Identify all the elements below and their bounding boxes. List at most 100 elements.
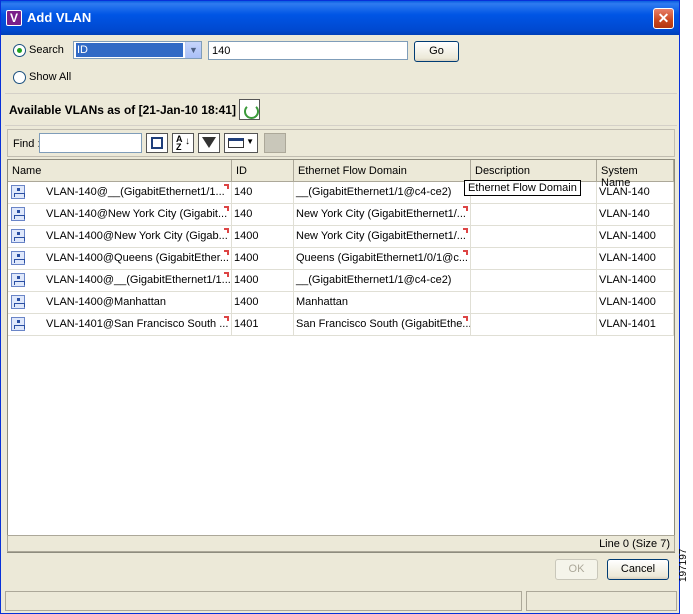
table-row[interactable]: VLAN-1400@Manhattan 1400 Manhattan VLAN-140… (8, 292, 674, 314)
cell-id: 1400 (232, 248, 294, 270)
ok-button[interactable]: OK (555, 559, 598, 580)
column-tooltip: Ethernet Flow Domain (464, 180, 581, 196)
chevron-down-icon[interactable]: ▼ (185, 42, 201, 58)
available-vlans-label: Available VLANs as of [21-Jan-10 18:41] (9, 103, 236, 117)
vlan-name-text: VLAN-140@New York City (Gigabit... (46, 208, 228, 220)
cell-system-name-text: VLAN-1400 (599, 296, 656, 308)
table-row[interactable]: VLAN-1400@New York City (Gigab... 1400 New… (8, 226, 674, 248)
search-radio[interactable] (13, 44, 26, 57)
cell-id-text: 1400 (234, 274, 259, 286)
column-header-description[interactable]: Description (471, 160, 597, 182)
cell-efd: San Francisco South (GigabitEthe... (294, 314, 471, 336)
cell-id-text: 1400 (234, 230, 259, 242)
find-label: Find : (13, 138, 41, 150)
cell-efd-text: Queens (GigabitEthernet1/0/1@c... (296, 252, 468, 264)
cell-name: VLAN-1400@Manhattan (8, 292, 232, 314)
cell-name: VLAN-1400@__(GigabitEthernet1/1... (8, 270, 232, 292)
truncation-marker-icon (224, 184, 229, 189)
cell-id: 140 (232, 204, 294, 226)
export-icon[interactable] (264, 133, 286, 153)
cell-system-name-text: VLAN-1401 (599, 318, 656, 330)
cell-system-name: VLAN-140 (597, 182, 674, 204)
sort-icon[interactable]: A Z ↓ (172, 133, 194, 153)
cell-id-text: 140 (234, 208, 253, 220)
cell-description (471, 248, 597, 270)
cell-efd-text: San Francisco South (GigabitEthe... (296, 318, 471, 330)
search-field-select[interactable]: ID ▼ (73, 41, 202, 59)
cell-id-text: 1400 (234, 252, 259, 264)
go-button[interactable]: Go (414, 41, 459, 62)
table-row[interactable]: VLAN-1400@__(GigabitEthernet1/1... 1400 __… (8, 270, 674, 292)
vlan-name-text: VLAN-140@__(GigabitEthernet1/1... (46, 186, 225, 198)
column-header-efd[interactable]: Ethernet Flow Domain (294, 160, 471, 182)
cell-efd: __(GigabitEthernet1/1@c4-ce2) (294, 270, 471, 292)
column-header-system-name[interactable]: System Name (597, 160, 674, 189)
cell-efd-text: Manhattan (296, 296, 348, 308)
vlan-name-text: VLAN-1400@Manhattan (46, 296, 167, 308)
cell-description (471, 292, 597, 314)
cell-efd-text: New York City (GigabitEthernet1/... (296, 230, 466, 242)
save-icon[interactable] (146, 133, 168, 153)
cell-id-text: 140 (234, 186, 253, 198)
column-header-name[interactable]: Name (8, 160, 232, 182)
table-row[interactable]: VLAN-1401@San Francisco South ... 1401 San… (8, 314, 674, 336)
refresh-icon[interactable] (239, 99, 260, 120)
table-row[interactable]: VLAN-1400@Queens (GigabitEther... 1400 Que… (8, 248, 674, 270)
cell-name: VLAN-140@__(GigabitEthernet1/1... (8, 182, 232, 204)
show-all-radio[interactable] (13, 71, 26, 84)
cell-name: VLAN-140@New York City (Gigabit... (8, 204, 232, 226)
truncation-marker-icon (224, 316, 229, 321)
columns-icon[interactable]: ▼ (224, 133, 258, 153)
cell-system-name: VLAN-1401 (597, 314, 674, 336)
cell-system-name: VLAN-1400 (597, 292, 674, 314)
search-value-input[interactable] (208, 41, 408, 60)
title-bar[interactable]: V Add VLAN ✕ (1, 1, 679, 35)
filter-icon[interactable] (198, 133, 220, 153)
cell-name: VLAN-1400@Queens (GigabitEther... (8, 248, 232, 270)
truncation-marker-icon (463, 228, 468, 233)
truncation-marker-icon (224, 272, 229, 277)
table-toolbar: Find : A Z ↓ ▼ (7, 129, 675, 157)
cell-system-name-text: VLAN-1400 (599, 252, 656, 264)
cell-efd-text: __(GigabitEthernet1/1@c4-ce2) (296, 186, 452, 198)
cell-id: 1400 (232, 226, 294, 248)
cell-id-text: 1401 (234, 318, 259, 330)
close-button[interactable]: ✕ (653, 8, 674, 29)
cell-system-name-text: VLAN-140 (599, 208, 650, 220)
vlan-name-text: VLAN-1401@San Francisco South ... (46, 318, 229, 330)
cancel-button[interactable]: Cancel (607, 559, 669, 580)
cell-system-name-text: VLAN-140 (599, 186, 650, 198)
vlan-tree-icon (11, 295, 25, 309)
cell-description (471, 226, 597, 248)
vlan-name-text: VLAN-1400@Queens (GigabitEther... (46, 252, 229, 264)
search-radio-label: Search (29, 44, 64, 56)
truncation-marker-icon (463, 316, 468, 321)
cell-efd: Queens (GigabitEthernet1/0/1@c... (294, 248, 471, 270)
line-size-status: Line 0 (Size 7) (599, 538, 670, 550)
window-title: Add VLAN (27, 10, 92, 25)
status-pane-left (5, 591, 522, 611)
cell-system-name-text: VLAN-1400 (599, 230, 656, 242)
vlan-tree-icon (11, 273, 25, 287)
cell-system-name: VLAN-1400 (597, 248, 674, 270)
cell-system-name-text: VLAN-1400 (599, 274, 656, 286)
truncation-marker-icon (463, 206, 468, 211)
table-header: Name ID Ethernet Flow Domain Description… (8, 160, 674, 189)
cell-system-name: VLAN-1400 (597, 226, 674, 248)
cell-name: VLAN-1401@San Francisco South ... (8, 314, 232, 336)
cell-efd: Manhattan (294, 292, 471, 314)
table-row[interactable]: VLAN-140@New York City (Gigabit... 140 New… (8, 204, 674, 226)
vlan-tree-icon (11, 185, 25, 199)
truncation-marker-icon (224, 250, 229, 255)
search-field-selected: ID (76, 43, 183, 57)
cell-system-name: VLAN-1400 (597, 270, 674, 292)
cell-id: 1400 (232, 270, 294, 292)
app-icon: V (6, 10, 22, 26)
vlan-tree-icon (11, 229, 25, 243)
truncation-marker-icon (463, 250, 468, 255)
cell-id-text: 1400 (234, 296, 259, 308)
find-input[interactable] (39, 133, 142, 153)
column-header-id[interactable]: ID (232, 160, 294, 182)
truncation-marker-icon (224, 228, 229, 233)
cell-name: VLAN-1400@New York City (Gigab... (8, 226, 232, 248)
